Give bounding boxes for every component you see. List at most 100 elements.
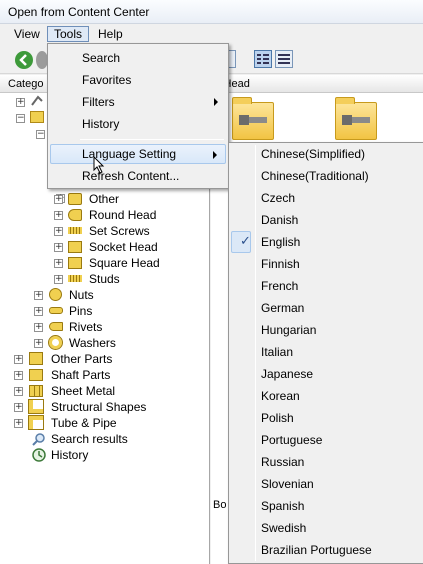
tree-expander[interactable]: + (54, 227, 63, 236)
square-head-icon (68, 257, 82, 269)
tree-expander[interactable]: − (36, 130, 45, 139)
item-caption: Bo (213, 499, 227, 511)
cursor-icon (93, 155, 105, 177)
language-option-label: Czech (261, 191, 296, 205)
language-option[interactable]: Danish (231, 209, 421, 231)
language-option-label: Swedish (261, 521, 307, 535)
shaft-parts-icon (29, 369, 43, 381)
language-option[interactable]: Spanish (231, 495, 421, 517)
language-option[interactable]: Chinese(Traditional) (231, 165, 421, 187)
tree-expander[interactable]: + (16, 98, 25, 107)
language-option-label: Brazilian Portuguese (261, 543, 372, 557)
other-parts-icon (29, 352, 43, 365)
menu-item-favorites[interactable]: Favorites (50, 70, 226, 90)
language-option-label: German (261, 301, 305, 315)
language-option-label: Spanish (261, 499, 305, 513)
nut-icon (49, 288, 62, 301)
menu-help[interactable]: Help (92, 26, 129, 42)
view-details-icon[interactable] (254, 50, 272, 68)
tree-expander[interactable]: + (54, 243, 63, 252)
tree-expander[interactable]: + (14, 355, 23, 364)
language-option-label: Korean (261, 389, 300, 403)
tree-expander[interactable]: + (14, 387, 23, 396)
stud-icon (68, 275, 82, 282)
socket-head-icon (68, 241, 82, 253)
sheet-metal-icon (29, 385, 43, 397)
tree-expander[interactable]: + (54, 275, 63, 284)
language-option[interactable]: Portuguese (231, 429, 421, 451)
language-option[interactable]: Finnish (231, 253, 421, 275)
tree-expander[interactable]: + (54, 211, 63, 220)
language-option[interactable]: French (231, 275, 421, 297)
language-submenu: Chinese(Simplified) Chinese(Traditional) C… (228, 142, 423, 564)
checkmark-icon: ✓ (240, 234, 251, 249)
language-option-label: Japanese (261, 367, 314, 381)
language-option-label: Slovenian (261, 477, 314, 491)
language-option-label: Russian (261, 455, 305, 469)
history-icon (32, 448, 46, 462)
language-option-label: Hungarian (261, 323, 317, 337)
chevron-right-icon (213, 151, 217, 159)
language-option-label: Portuguese (261, 433, 323, 447)
menu-separator (80, 139, 224, 140)
language-option-label: Chinese(Traditional) (261, 169, 369, 183)
menu-view[interactable]: View (8, 26, 46, 42)
round-head-icon (68, 209, 82, 221)
menu-item-filters[interactable]: Filters (50, 92, 226, 112)
window-title: Open from Content Center (8, 5, 150, 19)
language-option[interactable]: Italian (231, 341, 421, 363)
language-option[interactable]: Russian (231, 451, 421, 473)
language-option[interactable]: Polish (231, 407, 421, 429)
language-option[interactable]: Czech (231, 187, 421, 209)
language-option[interactable]: Japanese (231, 363, 421, 385)
menu-item-history[interactable]: History (50, 114, 226, 134)
back-icon[interactable] (15, 51, 33, 69)
chevron-right-icon (214, 98, 218, 106)
language-option[interactable]: German (231, 297, 421, 319)
language-option[interactable]: Korean (231, 385, 421, 407)
tree-expander[interactable]: + (34, 307, 43, 316)
rivet-icon (49, 322, 63, 331)
language-option[interactable]: Hungarian (231, 319, 421, 341)
language-option[interactable]: ✓ English (231, 231, 421, 253)
menu-item-language-setting[interactable]: Language Setting (50, 144, 226, 164)
tools-menu: Search Favorites Filters History Languag… (47, 43, 229, 189)
language-option-label: Danish (261, 213, 299, 227)
view-thumbnails-icon[interactable] (228, 50, 236, 68)
tree-expander[interactable]: + (54, 259, 63, 268)
language-option[interactable]: Brazilian Portuguese (231, 539, 421, 561)
language-option-label: Polish (261, 411, 294, 425)
menu-bar: View Tools Help (0, 24, 423, 44)
tree-expander[interactable]: + (14, 371, 23, 380)
search-results-icon (32, 432, 46, 446)
tree-expander[interactable]: + (54, 195, 63, 204)
view-list-icon[interactable] (275, 50, 293, 68)
language-option-label: Italian (261, 345, 294, 359)
menu-item-refresh-content[interactable]: Refresh Content... (50, 166, 226, 186)
language-option[interactable]: Slovenian (231, 473, 421, 495)
tree-icon (30, 95, 44, 107)
title-bar: Open from Content Center (0, 0, 423, 24)
tube-pipe-icon (28, 415, 44, 430)
fasteners-icon (30, 111, 44, 123)
language-option[interactable]: Swedish (231, 517, 421, 539)
language-option-label: Chinese(Simplified) (261, 147, 366, 161)
folder-icon[interactable] (335, 97, 377, 140)
language-option[interactable]: Chinese(Simplified) (231, 143, 421, 165)
folder-icon[interactable] (232, 97, 274, 140)
tree-expander[interactable]: + (34, 291, 43, 300)
structural-shapes-icon (28, 399, 44, 414)
language-option-label: English (261, 235, 301, 249)
other-icon (68, 193, 82, 205)
language-option-label: French (261, 279, 299, 293)
menu-tools[interactable]: Tools (47, 26, 90, 42)
language-option-label: Finnish (261, 257, 300, 271)
tree-expander[interactable]: + (34, 339, 43, 348)
tree-expander[interactable]: + (34, 323, 43, 332)
menu-item-search[interactable]: Search (50, 48, 226, 68)
set-screw-icon (68, 227, 82, 234)
tree-expander[interactable]: + (14, 403, 23, 412)
tree-expander[interactable]: + (14, 419, 23, 428)
tree-expander[interactable]: − (16, 114, 25, 123)
menu-item-filters-label: Filters (82, 95, 115, 109)
